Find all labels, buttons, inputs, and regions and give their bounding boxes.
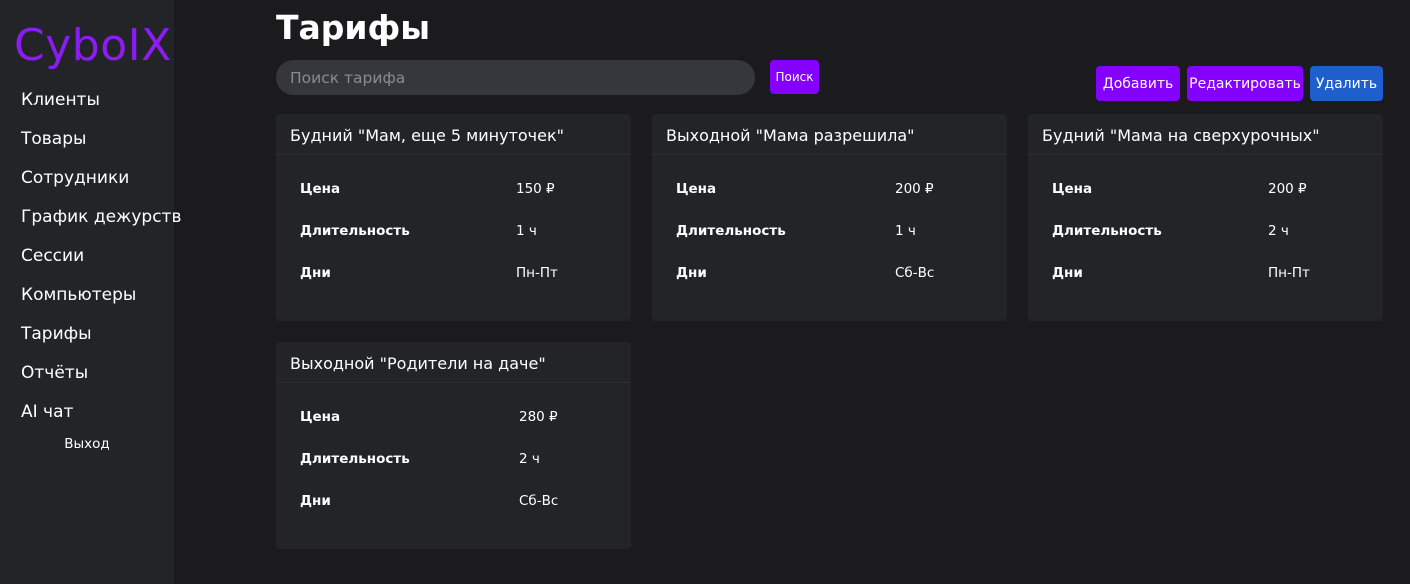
price-row: Цена 200 ₽ — [676, 181, 997, 201]
price-value: 200 ₽ — [895, 181, 934, 197]
sidebar-item-duty-schedule[interactable]: График дежурств — [21, 198, 181, 237]
days-label: Дни — [676, 265, 707, 281]
price-label: Цена — [1052, 181, 1093, 197]
tariff-card[interactable]: Будний "Мам, еще 5 минуточек" Цена 150 ₽… — [276, 114, 631, 321]
price-row: Цена 150 ₽ — [300, 181, 621, 201]
page-title: Тарифы — [276, 8, 431, 47]
add-button[interactable]: Добавить — [1096, 66, 1180, 101]
duration-label: Длительность — [676, 223, 786, 239]
duration-value: 2 ч — [519, 451, 540, 467]
price-row: Цена 280 ₽ — [300, 409, 621, 429]
tariff-name: Выходной "Мама разрешила" — [652, 114, 1007, 155]
sidebar-item-employees[interactable]: Сотрудники — [21, 159, 171, 198]
sidebar-item-products[interactable]: Товары — [21, 120, 171, 159]
days-value: Сб-Вс — [519, 493, 559, 509]
duration-value: 2 ч — [1268, 223, 1289, 239]
logout-link[interactable]: Выход — [0, 436, 174, 452]
tariff-name: Будний "Мама на сверхурочных" — [1028, 114, 1383, 155]
duration-value: 1 ч — [895, 223, 916, 239]
days-row: Дни Пн-Пт — [300, 265, 621, 285]
duration-label: Длительность — [1052, 223, 1162, 239]
sidebar-item-reports[interactable]: Отчёты — [21, 354, 171, 393]
sidebar-item-sessions[interactable]: Сессии — [21, 237, 171, 276]
days-row: Дни Сб-Вс — [676, 265, 997, 285]
sidebar-item-computers[interactable]: Компьютеры — [21, 276, 171, 315]
delete-button[interactable]: Удалить — [1310, 66, 1383, 101]
days-value: Пн-Пт — [1268, 265, 1310, 281]
duration-label: Длительность — [300, 451, 410, 467]
price-row: Цена 200 ₽ — [1052, 181, 1373, 201]
price-value: 150 ₽ — [516, 181, 555, 197]
sidebar-nav: Клиенты Товары Сотрудники График дежурст… — [21, 81, 181, 432]
app-root: CyboIX Клиенты Товары Сотрудники График … — [0, 0, 1410, 584]
days-label: Дни — [300, 493, 331, 509]
price-value: 280 ₽ — [519, 409, 558, 425]
duration-row: Длительность 2 ч — [1052, 223, 1373, 243]
days-value: Сб-Вс — [895, 265, 935, 281]
days-value: Пн-Пт — [516, 265, 558, 281]
duration-row: Длительность 1 ч — [300, 223, 621, 243]
edit-button[interactable]: Редактировать — [1187, 66, 1303, 101]
sidebar-item-ai-chat[interactable]: AI чат — [21, 393, 171, 432]
days-label: Дни — [1052, 265, 1083, 281]
sidebar: CyboIX Клиенты Товары Сотрудники График … — [0, 0, 181, 584]
tariff-name: Будний "Мам, еще 5 минуточек" — [276, 114, 631, 155]
duration-value: 1 ч — [516, 223, 537, 239]
app-logo[interactable]: CyboIX — [14, 20, 172, 72]
duration-row: Длительность 1 ч — [676, 223, 997, 243]
sidebar-item-clients[interactable]: Клиенты — [21, 81, 171, 120]
price-value: 200 ₽ — [1268, 181, 1307, 197]
price-label: Цена — [300, 181, 341, 197]
tariff-card[interactable]: Выходной "Родители на даче" Цена 280 ₽ Д… — [276, 342, 631, 549]
duration-label: Длительность — [300, 223, 410, 239]
tariff-card[interactable]: Будний "Мама на сверхурочных" Цена 200 ₽… — [1028, 114, 1383, 321]
days-row: Дни Пн-Пт — [1052, 265, 1373, 285]
search-button[interactable]: Поиск — [770, 60, 819, 94]
days-row: Дни Сб-Вс — [300, 493, 621, 513]
sidebar-item-tariffs[interactable]: Тарифы — [21, 315, 171, 354]
duration-row: Длительность 2 ч — [300, 451, 621, 471]
price-label: Цена — [676, 181, 717, 197]
search-input[interactable] — [276, 60, 755, 95]
tariff-name: Выходной "Родители на даче" — [276, 342, 631, 383]
days-label: Дни — [300, 265, 331, 281]
price-label: Цена — [300, 409, 341, 425]
tariff-card[interactable]: Выходной "Мама разрешила" Цена 200 ₽ Дли… — [652, 114, 1007, 321]
